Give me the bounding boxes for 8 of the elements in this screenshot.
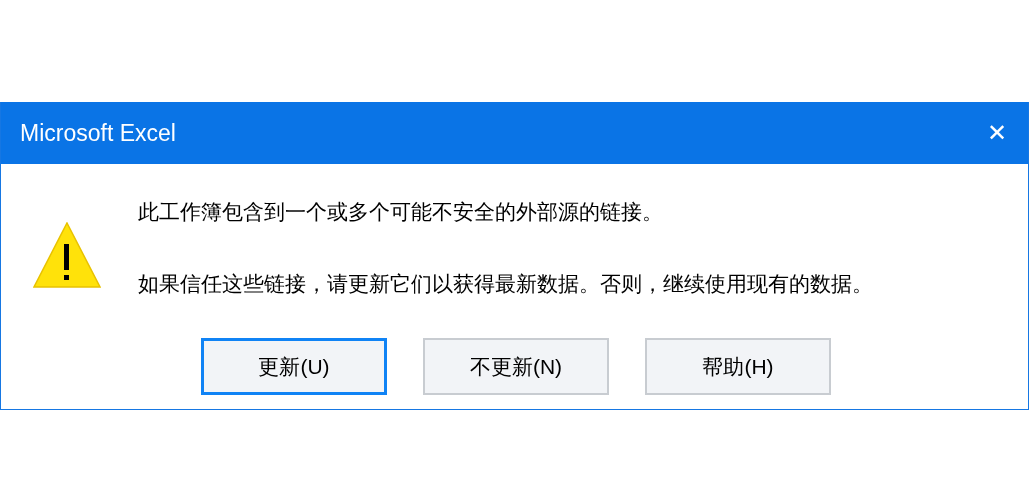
message-text: 此工作簿包含到一个或多个可能不安全的外部源的链接。: [138, 199, 664, 225]
window-title: Microsoft Excel: [20, 119, 176, 147]
dialog-button[interactable]: 不更新(N): [423, 338, 609, 395]
message-text: 如果信任这些链接，请更新它们以获得最新数据。否则，继续使用现有的数据。: [138, 271, 873, 297]
close-button[interactable]: ✕: [966, 102, 1028, 164]
dialog-button[interactable]: 更新(U): [201, 338, 387, 395]
dialog-button[interactable]: 帮助(H): [645, 338, 831, 395]
warning-icon: [33, 222, 101, 288]
